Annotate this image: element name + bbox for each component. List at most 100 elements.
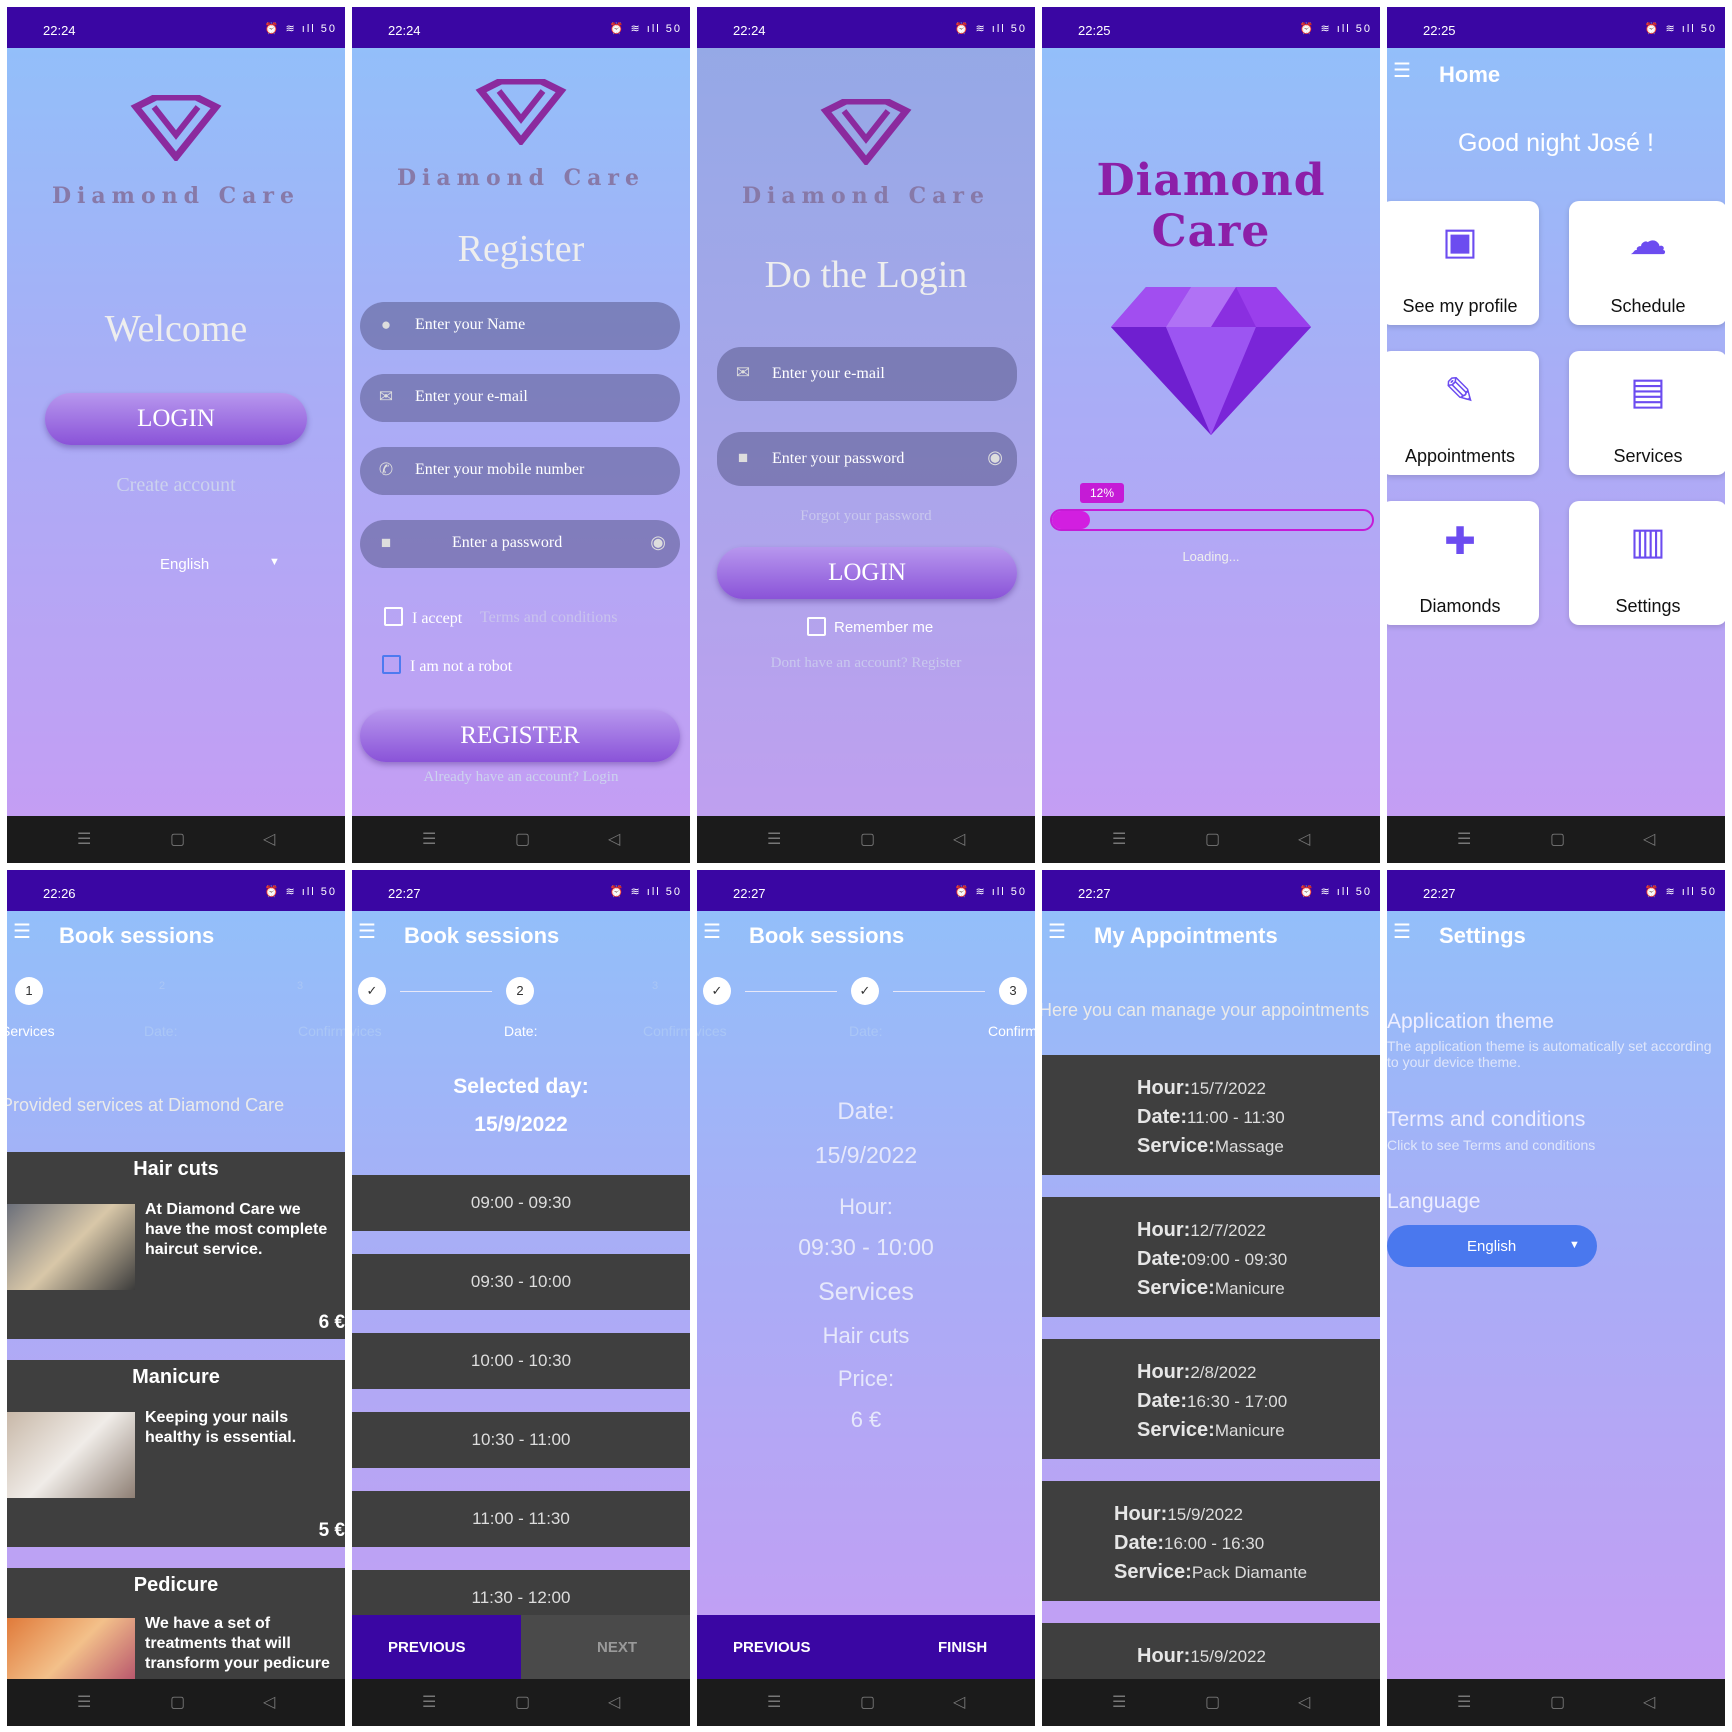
hamburger-icon[interactable]: ☰ bbox=[1048, 919, 1066, 944]
robot-checkbox[interactable] bbox=[382, 655, 401, 674]
language-select[interactable]: English ▼ bbox=[127, 552, 287, 578]
home-nav-icon[interactable]: ▢ bbox=[170, 1692, 185, 1712]
date-value: 16:00 - 16:30 bbox=[1164, 1534, 1265, 1553]
back-nav-icon[interactable]: ◁ bbox=[1643, 829, 1655, 849]
back-nav-icon[interactable]: ◁ bbox=[953, 1692, 965, 1712]
back-nav-icon[interactable]: ◁ bbox=[608, 1692, 620, 1712]
card-schedule[interactable]: ☁ Schedule bbox=[1569, 201, 1725, 325]
service-card-pedicure[interactable]: Pedicure We have a set of treatments tha… bbox=[7, 1568, 345, 1688]
card-settings[interactable]: ▥ Settings bbox=[1569, 501, 1725, 625]
back-nav-icon[interactable]: ◁ bbox=[953, 829, 965, 849]
card-services[interactable]: ▤ Services bbox=[1569, 351, 1725, 475]
create-account-link[interactable]: Create account bbox=[7, 474, 345, 497]
email-field[interactable]: ✉ Enter your e-mail bbox=[360, 374, 680, 422]
email-field[interactable]: ✉ Enter your e-mail bbox=[717, 347, 1017, 401]
menu-nav-icon[interactable]: ☰ bbox=[1112, 1692, 1126, 1712]
login-button[interactable]: LOGIN bbox=[717, 547, 1017, 599]
terms-link[interactable]: Terms and conditions bbox=[480, 609, 618, 627]
hamburger-icon[interactable]: ☰ bbox=[1393, 919, 1411, 944]
page-title: Book sessions bbox=[404, 923, 560, 948]
forgot-password-link[interactable]: Forgot your password bbox=[697, 508, 1035, 525]
service-card-haircuts[interactable]: Hair cuts At Diamond Care we have the mo… bbox=[7, 1152, 345, 1339]
hamburger-icon[interactable]: ☰ bbox=[703, 919, 721, 944]
home-nav-icon[interactable]: ▢ bbox=[1550, 1692, 1565, 1712]
hamburger-icon[interactable]: ☰ bbox=[1393, 58, 1411, 83]
step-2-indicator[interactable]: 2 bbox=[506, 977, 534, 1005]
menu-nav-icon[interactable]: ☰ bbox=[767, 829, 781, 849]
eye-icon[interactable]: ◉ bbox=[987, 447, 1003, 468]
appointment-card[interactable]: Hour:15/9/2022 Date:16:00 - 16:30 Servic… bbox=[1042, 1481, 1380, 1601]
menu-nav-icon[interactable]: ☰ bbox=[77, 829, 91, 849]
register-link[interactable]: Dont have an account? Register bbox=[697, 655, 1035, 672]
hamburger-icon[interactable]: ☰ bbox=[358, 919, 376, 944]
appointment-card[interactable]: Hour:12/7/2022 Date:09:00 - 09:30 Servic… bbox=[1042, 1197, 1380, 1317]
time-slot[interactable]: 10:30 - 11:00 bbox=[352, 1412, 690, 1468]
login-link[interactable]: Already have an account? Login bbox=[352, 769, 690, 786]
terms-description[interactable]: Click to see Terms and conditions bbox=[1387, 1137, 1595, 1153]
remember-checkbox[interactable] bbox=[807, 617, 826, 636]
menu-nav-icon[interactable]: ☰ bbox=[422, 1692, 436, 1712]
card-appointments[interactable]: ✎ Appointments bbox=[1387, 351, 1539, 475]
menu-nav-icon[interactable]: ☰ bbox=[767, 1692, 781, 1712]
step-1-check-icon[interactable]: ✓ bbox=[358, 977, 386, 1005]
time-slot[interactable]: 11:00 - 11:30 bbox=[352, 1491, 690, 1547]
time-slot[interactable]: 09:30 - 10:00 bbox=[352, 1254, 690, 1310]
password-field[interactable]: ■ Enter your password ◉ bbox=[717, 432, 1017, 486]
back-nav-icon[interactable]: ◁ bbox=[1643, 1692, 1655, 1712]
confirm-service-value: Hair cuts bbox=[822, 1323, 910, 1348]
next-button[interactable]: NEXT bbox=[521, 1615, 690, 1679]
password-field[interactable]: ■ Enter a password ◉ bbox=[360, 520, 680, 568]
name-field[interactable]: ● Enter your Name bbox=[360, 302, 680, 350]
terms-heading[interactable]: Terms and conditions bbox=[1387, 1108, 1585, 1132]
menu-nav-icon[interactable]: ☰ bbox=[1457, 829, 1471, 849]
menu-nav-icon[interactable]: ☰ bbox=[422, 829, 436, 849]
back-nav-icon[interactable]: ◁ bbox=[263, 1692, 275, 1712]
previous-button[interactable]: PREVIOUS bbox=[388, 1639, 466, 1656]
services-intro: Provided services at Diamond Care bbox=[7, 1095, 285, 1115]
language-dropdown[interactable]: English ▼ bbox=[1387, 1225, 1597, 1267]
theme-heading: Application theme bbox=[1387, 1010, 1554, 1033]
chevron-down-icon: ▼ bbox=[1569, 1239, 1580, 1251]
time-slot[interactable]: 10:00 - 10:30 bbox=[352, 1333, 690, 1389]
service-value: Manicure bbox=[1214, 1421, 1285, 1440]
home-nav-icon[interactable]: ▢ bbox=[860, 1692, 875, 1712]
home-nav-icon[interactable]: ▢ bbox=[515, 1692, 530, 1712]
appointment-card[interactable]: Hour:15/9/2022 bbox=[1042, 1623, 1380, 1679]
login-button[interactable]: LOGIN bbox=[45, 393, 307, 445]
finish-button[interactable]: FINISH bbox=[938, 1639, 987, 1656]
back-nav-icon[interactable]: ◁ bbox=[1298, 1692, 1310, 1712]
back-nav-icon[interactable]: ◁ bbox=[1298, 829, 1310, 849]
appointment-card[interactable]: Hour:2/8/2022 Date:16:30 - 17:00 Service… bbox=[1042, 1339, 1380, 1459]
time-slot[interactable]: 09:00 - 09:30 bbox=[352, 1175, 690, 1231]
card-diamonds[interactable]: ✚ Diamonds bbox=[1387, 501, 1539, 625]
eye-icon[interactable]: ◉ bbox=[650, 532, 666, 553]
status-time: 22:27 bbox=[1078, 886, 1111, 901]
hamburger-icon[interactable]: ☰ bbox=[13, 919, 31, 944]
step-1-check-icon[interactable]: ✓ bbox=[703, 977, 731, 1005]
home-nav-icon[interactable]: ▢ bbox=[1205, 829, 1220, 849]
step-3-indicator[interactable]: 3 bbox=[999, 977, 1027, 1005]
register-button[interactable]: REGISTER bbox=[360, 710, 680, 762]
appointment-card[interactable]: Hour:15/7/2022 Date:11:00 - 11:30 Servic… bbox=[1042, 1055, 1380, 1175]
card-profile[interactable]: ▣ See my profile bbox=[1387, 201, 1539, 325]
home-nav-icon[interactable]: ▢ bbox=[515, 829, 530, 849]
language-heading: Language bbox=[1387, 1190, 1481, 1213]
step-1-indicator[interactable]: 1 bbox=[15, 977, 43, 1005]
back-nav-icon[interactable]: ◁ bbox=[608, 829, 620, 849]
home-nav-icon[interactable]: ▢ bbox=[1205, 1692, 1220, 1712]
home-nav-icon[interactable]: ▢ bbox=[860, 829, 875, 849]
home-nav-icon[interactable]: ▢ bbox=[1550, 829, 1565, 849]
service-card-manicure[interactable]: Manicure Keeping your nails healthy is e… bbox=[7, 1360, 345, 1547]
phone-field[interactable]: ✆ Enter your mobile number bbox=[360, 447, 680, 495]
lock-icon: ■ bbox=[380, 533, 392, 552]
home-nav-icon[interactable]: ▢ bbox=[170, 829, 185, 849]
menu-nav-icon[interactable]: ☰ bbox=[1112, 829, 1126, 849]
menu-nav-icon[interactable]: ☰ bbox=[1457, 1692, 1471, 1712]
chevron-down-icon: ▼ bbox=[269, 556, 280, 568]
step-2-check-icon[interactable]: ✓ bbox=[851, 977, 879, 1005]
previous-button[interactable]: PREVIOUS bbox=[733, 1639, 811, 1656]
terms-checkbox[interactable] bbox=[384, 607, 403, 626]
phone-icon: ✆ bbox=[378, 460, 394, 479]
back-nav-icon[interactable]: ◁ bbox=[263, 829, 275, 849]
menu-nav-icon[interactable]: ☰ bbox=[77, 1692, 91, 1712]
